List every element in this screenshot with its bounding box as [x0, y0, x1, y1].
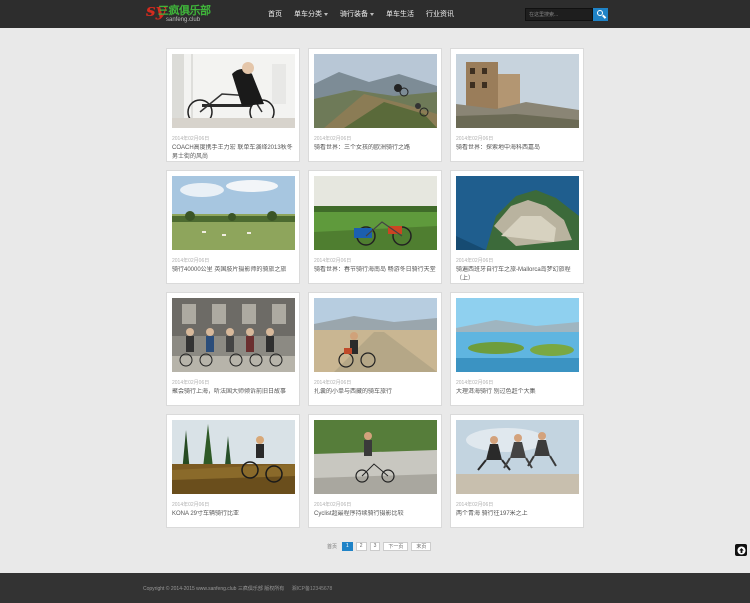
post-card[interactable]: 2014年02月06日 KONA 29寸车辆骑行比亚	[166, 414, 300, 528]
post-title[interactable]: 骑看世界：春节骑行海南岛 畅游冬日骑行天堂	[314, 266, 438, 275]
post-card[interactable]: 2014年02月06日 Cyclist超最程序持续骑行摄影比较	[308, 414, 442, 528]
post-title[interactable]: Cyclist超最程序持续骑行摄影比较	[314, 510, 438, 519]
nav-item-label: 首页	[268, 11, 282, 18]
post-image	[314, 298, 437, 372]
post-image	[314, 176, 437, 250]
post-image	[172, 298, 295, 372]
post-card[interactable]: 2014年02月06日 骑行40000公里 英国肢片摄影师的骑旅之旅	[166, 170, 300, 284]
post-thumbnail[interactable]	[172, 420, 295, 494]
post-thumbnail[interactable]	[456, 420, 579, 494]
post-card[interactable]: 2014年02月06日 两个青海 骑行往197米之上	[450, 414, 584, 528]
main-nav: 首页 单车分类 骑行装备 单车生活 行业资讯	[262, 0, 460, 28]
site-footer: Copyright © 2014-2015 www.sanfeng.club 三…	[0, 573, 750, 603]
post-date: 2014年02月06日	[314, 136, 352, 142]
post-image	[172, 420, 295, 494]
post-image	[314, 420, 437, 494]
post-title[interactable]: 骑遍西班牙自行车之旅-Mallorca岛梦幻旅程（上）	[456, 266, 580, 284]
nav-item-bike-categories[interactable]: 单车分类	[288, 0, 334, 28]
post-thumbnail[interactable]	[172, 54, 295, 128]
post-image	[456, 298, 579, 372]
search-input[interactable]	[525, 8, 593, 21]
site-logo[interactable]: sy 三疯俱乐部 sanfeng.club	[146, 2, 214, 26]
copyright-text: Copyright © 2014-2015 www.sanfeng.club 三…	[143, 586, 285, 592]
pager-first-label[interactable]: 首页	[327, 543, 337, 550]
post-title[interactable]: 骑看世界：三个女孩的欧洲骑行之路	[314, 144, 438, 153]
post-date: 2014年02月06日	[456, 258, 494, 264]
post-thumbnail[interactable]	[456, 54, 579, 128]
page-button-2[interactable]: 2	[355, 541, 367, 551]
logo-subtitle: sanfeng.club	[166, 17, 201, 23]
post-thumbnail[interactable]	[456, 298, 579, 372]
logo-title: 三疯俱乐部	[158, 4, 211, 17]
post-grid: 2014年02月06日 COACH高度携手王力宏 联单车演绎2013秋冬男士街的…	[166, 48, 584, 528]
post-thumbnail[interactable]	[314, 420, 437, 494]
post-title[interactable]: 大理洱海骑行 别过色赶个大集	[456, 388, 580, 397]
post-image	[456, 176, 579, 250]
chevron-down-icon	[324, 12, 328, 16]
post-date: 2014年02月06日	[172, 380, 210, 386]
next-page-button[interactable]: 下一页	[383, 541, 409, 551]
post-card[interactable]: 2014年02月06日 骑看世界：三个女孩的欧洲骑行之路	[308, 48, 442, 162]
nav-item-label: 骑行装备	[340, 11, 368, 18]
post-card[interactable]: 2014年02月06日 扎囊的小单与西藏的骑车旅行	[308, 292, 442, 406]
icp-link[interactable]: 湘ICP备12345678	[292, 586, 333, 592]
post-title[interactable]: COACH高度携手王力宏 联单车演绎2013秋冬男士街的风尚	[172, 144, 296, 162]
post-thumbnail[interactable]	[456, 176, 579, 250]
nav-item-label: 行业资讯	[426, 11, 454, 18]
arrow-up-icon	[736, 545, 746, 555]
nav-item-label: 单车生活	[386, 11, 414, 18]
footer-text: Copyright © 2014-2015 www.sanfeng.club 三…	[143, 585, 332, 592]
nav-item-industry-news[interactable]: 行业资讯	[420, 0, 460, 28]
nav-item-label: 单车分类	[294, 11, 322, 18]
post-date: 2014年02月06日	[314, 380, 352, 386]
top-navbar: sy 三疯俱乐部 sanfeng.club 首页 单车分类 骑行装备 单车生活 …	[0, 0, 750, 28]
post-card[interactable]: 2014年02月06日 聚会骑行上海，听法国大师倾诉前旧日故事	[166, 292, 300, 406]
post-thumbnail[interactable]	[314, 54, 437, 128]
post-date: 2014年02月06日	[456, 502, 494, 508]
post-card[interactable]: 2014年02月06日 骑看世界：探索地中海科西嘉岛	[450, 48, 584, 162]
post-date: 2014年02月06日	[456, 380, 494, 386]
post-date: 2014年02月06日	[172, 136, 210, 142]
post-title[interactable]: 扎囊的小单与西藏的骑车旅行	[314, 388, 438, 397]
post-image	[172, 176, 295, 250]
chevron-down-icon	[370, 12, 374, 16]
nav-item-home[interactable]: 首页	[262, 0, 288, 28]
post-image	[172, 54, 295, 128]
post-thumbnail[interactable]	[172, 176, 295, 250]
page-button-1[interactable]: 1	[342, 541, 353, 551]
post-card[interactable]: 2014年02月06日 骑遍西班牙自行车之旅-Mallorca岛梦幻旅程（上）	[450, 170, 584, 284]
post-image	[456, 54, 579, 128]
post-date: 2014年02月06日	[172, 258, 210, 264]
page-button-3[interactable]: 3	[369, 541, 381, 551]
search-bar	[525, 8, 608, 21]
post-card[interactable]: 2014年02月06日 骑看世界：春节骑行海南岛 畅游冬日骑行天堂	[308, 170, 442, 284]
post-date: 2014年02月06日	[314, 502, 352, 508]
post-date: 2014年02月06日	[314, 258, 352, 264]
pagination: 首页 1 2 3 下一页 末页	[327, 541, 432, 551]
search-button[interactable]	[593, 8, 608, 21]
nav-item-gear[interactable]: 骑行装备	[334, 0, 380, 28]
nav-item-bike-life[interactable]: 单车生活	[380, 0, 420, 28]
post-title[interactable]: 两个青海 骑行往197米之上	[456, 510, 580, 519]
post-card[interactable]: 2014年02月06日 大理洱海骑行 别过色赶个大集	[450, 292, 584, 406]
post-title[interactable]: 骑行40000公里 英国肢片摄影师的骑旅之旅	[172, 266, 296, 275]
post-thumbnail[interactable]	[172, 298, 295, 372]
post-image	[314, 54, 437, 128]
search-icon-handle	[602, 14, 606, 19]
post-title[interactable]: 骑看世界：探索地中海科西嘉岛	[456, 144, 580, 153]
post-title[interactable]: 聚会骑行上海，听法国大师倾诉前旧日故事	[172, 388, 296, 397]
post-card[interactable]: 2014年02月06日 COACH高度携手王力宏 联单车演绎2013秋冬男士街的…	[166, 48, 300, 162]
post-image	[456, 420, 579, 494]
last-page-button[interactable]: 末页	[411, 541, 432, 551]
post-date: 2014年02月06日	[172, 502, 210, 508]
back-to-top-button[interactable]	[735, 544, 747, 556]
post-thumbnail[interactable]	[314, 176, 437, 250]
post-thumbnail[interactable]	[314, 298, 437, 372]
post-date: 2014年02月06日	[456, 136, 494, 142]
post-title[interactable]: KONA 29寸车辆骑行比亚	[172, 510, 296, 519]
